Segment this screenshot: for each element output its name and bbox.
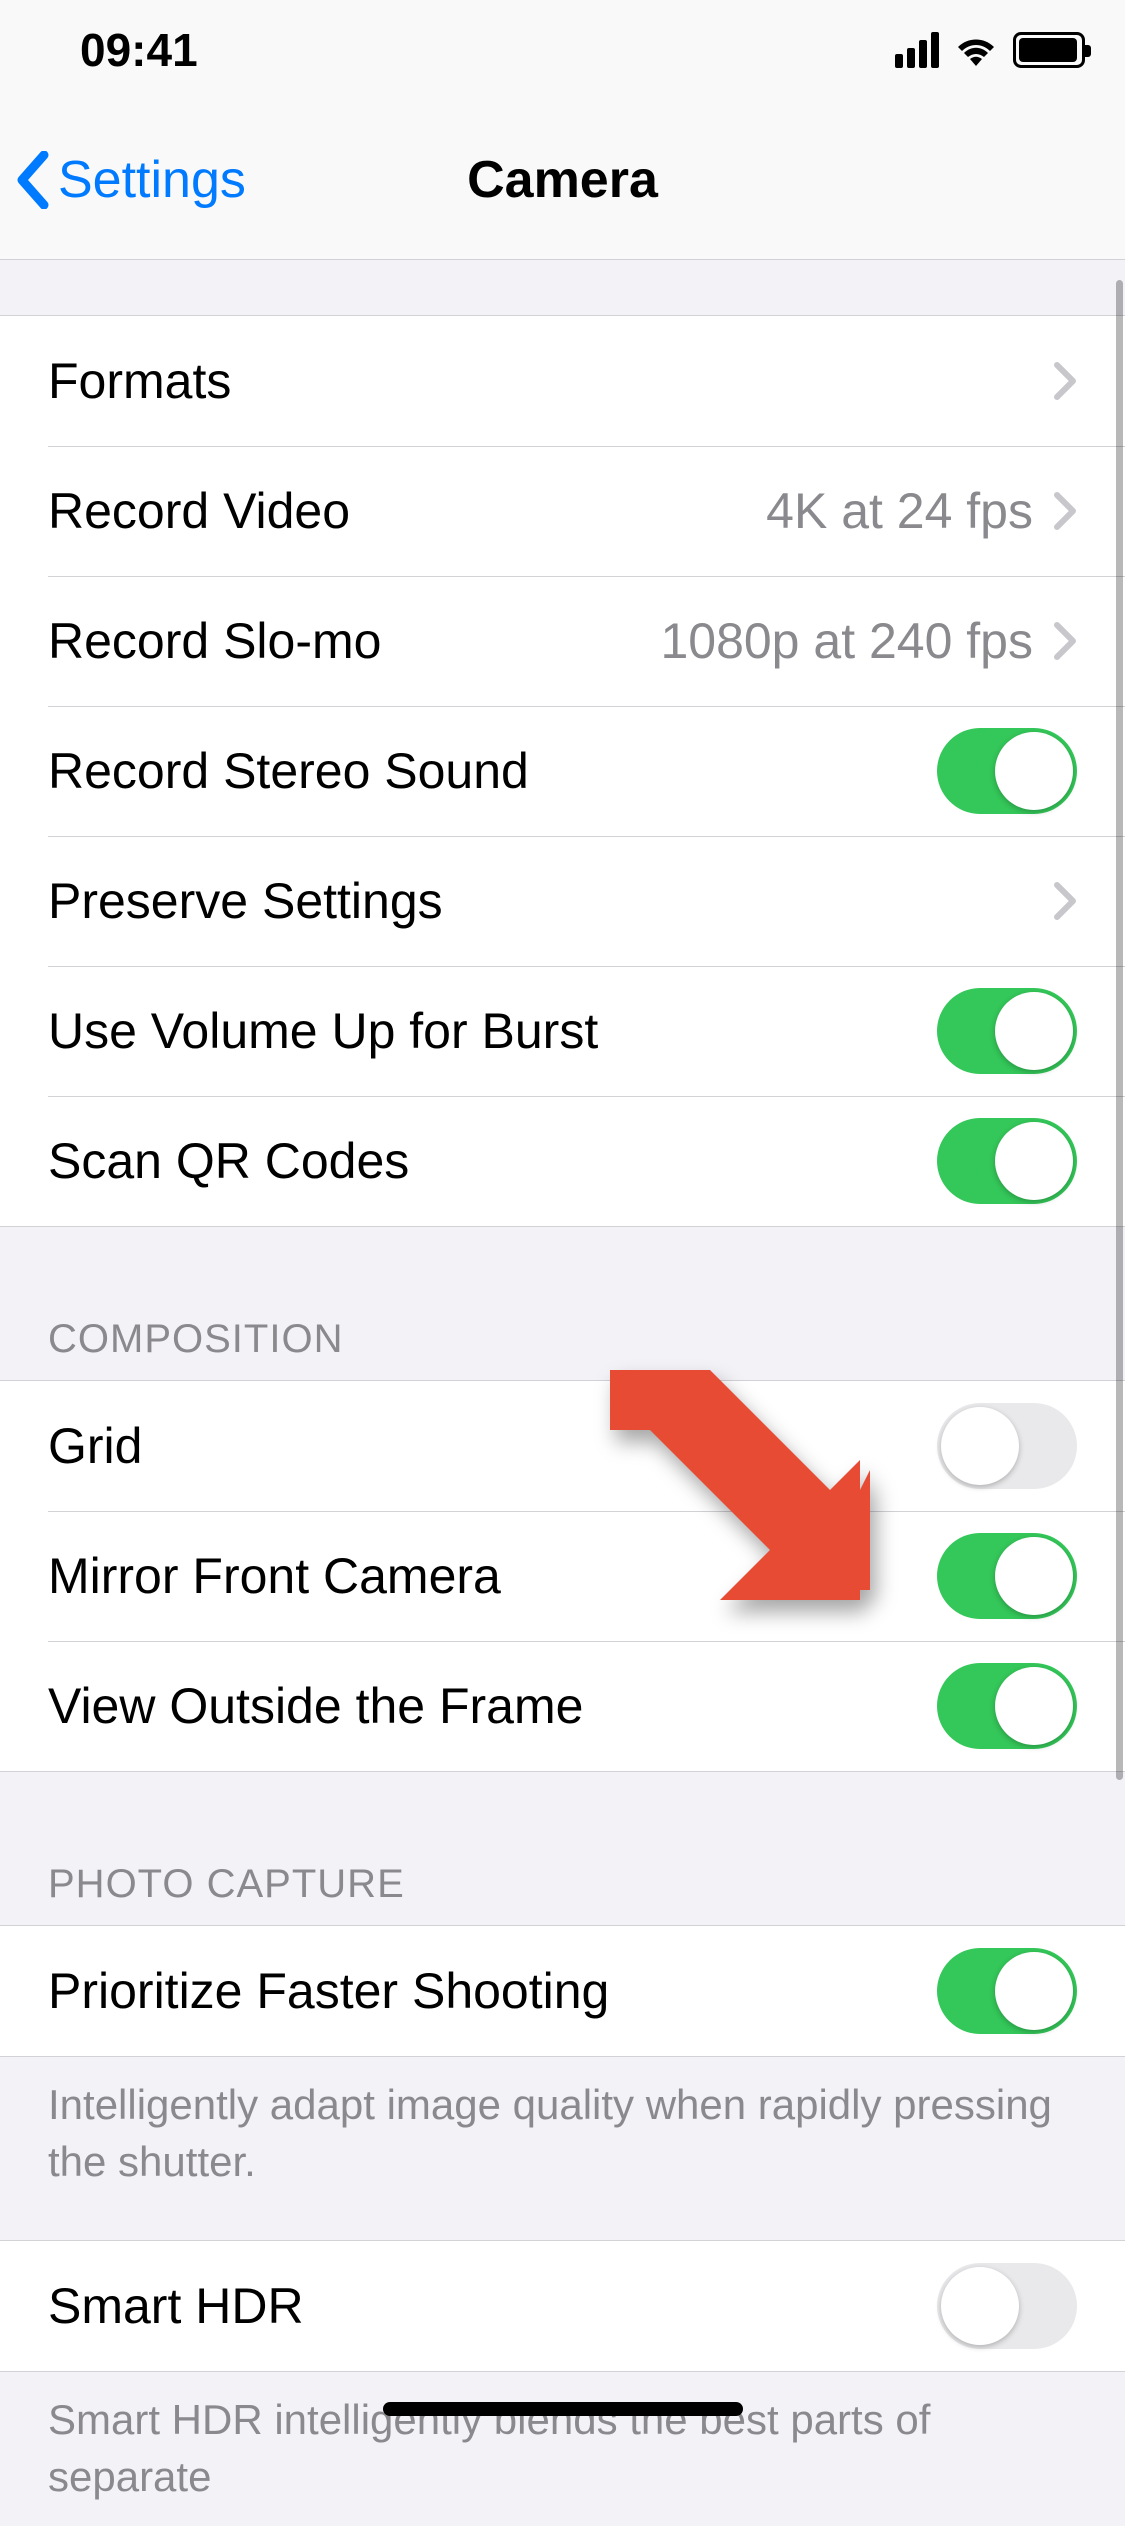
battery-icon [1013, 32, 1085, 68]
page-title: Camera [0, 150, 1125, 210]
row-label: Record Video [48, 482, 766, 540]
row-grid: Grid [0, 1381, 1125, 1511]
row-prioritize-faster-shooting: Prioritize Faster Shooting [0, 1926, 1125, 2056]
toggle-stereo-sound[interactable] [937, 728, 1077, 814]
row-mirror-front-camera: Mirror Front Camera [0, 1511, 1125, 1641]
settings-content: Formats Record Video 4K at 24 fps Record… [0, 260, 1125, 2526]
row-label: Use Volume Up for Burst [48, 1002, 937, 1060]
toggle-volume-burst[interactable] [937, 988, 1077, 1074]
status-bar: 09:41 [0, 0, 1125, 100]
row-label: View Outside the Frame [48, 1677, 937, 1735]
row-label: Preserve Settings [48, 872, 1053, 930]
section-header-composition: COMPOSITION [0, 1227, 1125, 1380]
chevron-right-icon [1053, 621, 1077, 661]
row-formats[interactable]: Formats [0, 316, 1125, 446]
row-scan-qr: Scan QR Codes [0, 1096, 1125, 1226]
status-time: 09:41 [80, 23, 198, 77]
group-smart-hdr: Smart HDR [0, 2240, 1125, 2372]
scrollbar[interactable] [1116, 280, 1123, 1780]
row-label: Prioritize Faster Shooting [48, 1962, 937, 2020]
row-label: Mirror Front Camera [48, 1547, 937, 1605]
group-photo-capture: Prioritize Faster Shooting [0, 1925, 1125, 2057]
row-label: Record Slo-mo [48, 612, 660, 670]
group-composition: Grid Mirror Front Camera View Outside th… [0, 1380, 1125, 1772]
row-volume-burst: Use Volume Up for Burst [0, 966, 1125, 1096]
toggle-view-outside-frame[interactable] [937, 1663, 1077, 1749]
home-indicator[interactable] [383, 2402, 743, 2416]
toggle-smart-hdr[interactable] [937, 2263, 1077, 2349]
row-value: 1080p at 240 fps [660, 612, 1033, 670]
row-value: 4K at 24 fps [766, 482, 1033, 540]
row-record-slomo[interactable]: Record Slo-mo 1080p at 240 fps [0, 576, 1125, 706]
row-label: Scan QR Codes [48, 1132, 937, 1190]
chevron-right-icon [1053, 361, 1077, 401]
nav-header: Settings Camera [0, 100, 1125, 260]
wifi-icon [953, 33, 999, 67]
row-label: Record Stereo Sound [48, 742, 937, 800]
section-footer-photo-capture: Intelligently adapt image quality when r… [0, 2057, 1125, 2210]
toggle-scan-qr[interactable] [937, 1118, 1077, 1204]
cellular-signal-icon [895, 32, 939, 68]
row-view-outside-frame: View Outside the Frame [0, 1641, 1125, 1771]
toggle-grid[interactable] [937, 1403, 1077, 1489]
row-preserve-settings[interactable]: Preserve Settings [0, 836, 1125, 966]
toggle-mirror-front-camera[interactable] [937, 1533, 1077, 1619]
toggle-prioritize-faster-shooting[interactable] [937, 1948, 1077, 2034]
chevron-right-icon [1053, 881, 1077, 921]
row-stereo-sound: Record Stereo Sound [0, 706, 1125, 836]
row-record-video[interactable]: Record Video 4K at 24 fps [0, 446, 1125, 576]
row-label: Grid [48, 1417, 937, 1475]
group-camera-main: Formats Record Video 4K at 24 fps Record… [0, 315, 1125, 1227]
status-indicators [895, 32, 1085, 68]
section-footer-smart-hdr: Smart HDR intelligently blends the best … [0, 2372, 1125, 2525]
row-label: Formats [48, 352, 1053, 410]
section-header-photo-capture: PHOTO CAPTURE [0, 1772, 1125, 1925]
row-smart-hdr: Smart HDR [0, 2241, 1125, 2371]
row-label: Smart HDR [48, 2277, 937, 2335]
chevron-right-icon [1053, 491, 1077, 531]
